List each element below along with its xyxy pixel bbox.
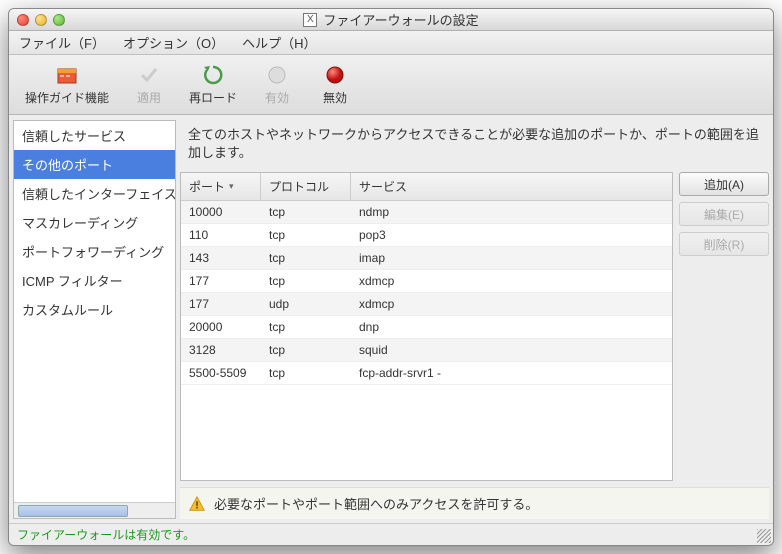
menu-help[interactable]: ヘルプ（H）: [242, 33, 316, 52]
table-cell: tcp: [261, 270, 351, 292]
titlebar: X ファイアーウォールの設定: [9, 9, 773, 31]
table-cell: 10000: [181, 201, 261, 223]
table-row[interactable]: 5500-5509tcpfcp-addr-srvr1 -: [181, 362, 672, 385]
window-title: ファイアーウォールの設定: [323, 10, 478, 29]
table-cell: dnp: [351, 316, 672, 338]
table-cell: squid: [351, 339, 672, 361]
apply-icon: [137, 63, 161, 87]
table-cell: tcp: [261, 362, 351, 384]
table-cell: tcp: [261, 247, 351, 269]
description-text: 全てのホストやネットワークからアクセスできることが必要な追加のポートか、ポートの…: [180, 120, 769, 172]
toolbar-enable: 有効: [249, 59, 305, 110]
table-cell: tcp: [261, 339, 351, 361]
table-cell: 177: [181, 293, 261, 315]
table-cell: ndmp: [351, 201, 672, 223]
disable-icon: [323, 63, 347, 87]
edit-button: 編集(E): [679, 202, 769, 226]
table-cell: xdmcp: [351, 270, 672, 292]
menubar: ファイル（F） オプション（O） ヘルプ（H）: [9, 31, 773, 55]
enable-icon: [265, 63, 289, 87]
table-cell: 20000: [181, 316, 261, 338]
sidebar-item[interactable]: ICMP フィルター: [14, 266, 175, 295]
ports-table: ポート▾ プロトコル サービス 10000tcpndmp110tcppop314…: [180, 172, 673, 481]
table-row[interactable]: 10000tcpndmp: [181, 201, 672, 224]
col-protocol[interactable]: プロトコル: [261, 173, 351, 200]
toolbar-disable[interactable]: 無効: [307, 59, 363, 110]
sidebar-item[interactable]: ポートフォワーディング: [14, 237, 175, 266]
sidebar-scrollbar[interactable]: [14, 502, 175, 518]
toolbar-reload[interactable]: 再ロード: [179, 59, 247, 110]
sidebar: 信頼したサービスその他のポート信頼したインターフェイスマスカレーディングポートフ…: [13, 120, 176, 519]
menu-file[interactable]: ファイル（F）: [19, 33, 105, 52]
status-text: ファイアーウォールは有効です。: [17, 526, 195, 543]
table-cell: 177: [181, 270, 261, 292]
table-row[interactable]: 3128tcpsquid: [181, 339, 672, 362]
sidebar-item[interactable]: その他のポート: [14, 150, 175, 179]
reload-icon: [201, 63, 225, 87]
toolbar-apply: 適用: [121, 59, 177, 110]
warning-text: 必要なポートやポート範囲へのみアクセスを許可する。: [214, 494, 538, 513]
table-cell: 110: [181, 224, 261, 246]
toolbar-guide[interactable]: 操作ガイド機能: [15, 59, 119, 110]
sidebar-item[interactable]: 信頼したサービス: [14, 121, 175, 150]
delete-button: 削除(R): [679, 232, 769, 256]
warning-bar: 必要なポートやポート範囲へのみアクセスを許可する。: [180, 487, 769, 519]
table-cell: 3128: [181, 339, 261, 361]
sidebar-item[interactable]: マスカレーディング: [14, 208, 175, 237]
table-cell: tcp: [261, 201, 351, 223]
table-row[interactable]: 143tcpimap: [181, 247, 672, 270]
table-row[interactable]: 110tcppop3: [181, 224, 672, 247]
table-row[interactable]: 177udpxdmcp: [181, 293, 672, 316]
table-cell: xdmcp: [351, 293, 672, 315]
status-bar: ファイアーウォールは有効です。: [9, 523, 773, 545]
sidebar-item[interactable]: 信頼したインターフェイス: [14, 179, 175, 208]
table-row[interactable]: 20000tcpdnp: [181, 316, 672, 339]
menu-options[interactable]: オプション（O）: [123, 33, 224, 52]
col-port[interactable]: ポート▾: [181, 173, 261, 200]
table-cell: tcp: [261, 224, 351, 246]
sort-caret-icon: ▾: [229, 181, 234, 192]
warning-icon: [188, 495, 206, 513]
table-row[interactable]: 177tcpxdmcp: [181, 270, 672, 293]
sidebar-item[interactable]: カスタムルール: [14, 295, 175, 324]
app-icon: X: [303, 13, 317, 27]
col-service[interactable]: サービス: [351, 173, 672, 200]
table-cell: fcp-addr-srvr1 -: [351, 362, 672, 384]
table-cell: tcp: [261, 316, 351, 338]
add-button[interactable]: 追加(A): [679, 172, 769, 196]
guide-icon: [55, 63, 79, 87]
table-cell: 143: [181, 247, 261, 269]
table-cell: 5500-5509: [181, 362, 261, 384]
table-cell: pop3: [351, 224, 672, 246]
table-cell: udp: [261, 293, 351, 315]
table-cell: imap: [351, 247, 672, 269]
toolbar: 操作ガイド機能 適用 再ロード 有効 無効: [9, 55, 773, 115]
resize-grip[interactable]: [757, 529, 771, 543]
